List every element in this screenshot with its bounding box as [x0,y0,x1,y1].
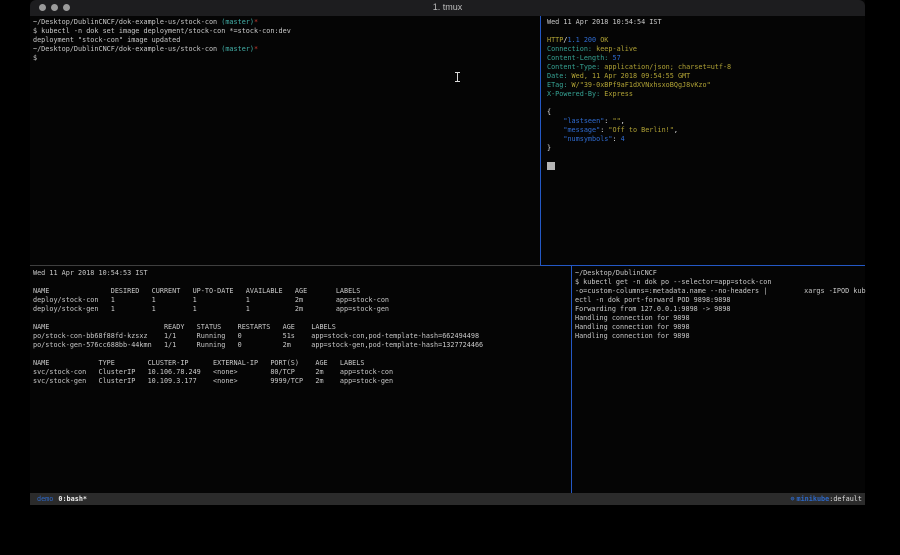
terminal-line [547,153,867,162]
tmux-session-name: demo [37,495,53,503]
pane-divider-vertical-bottom[interactable] [571,266,572,493]
window-title: 1. tmux [30,2,865,12]
terminal-line: NAME TYPE CLUSTER-IP EXTERNAL-IP PORT(S)… [33,359,572,368]
terminal-line: "lastseen": "", [547,117,867,126]
terminal-line: -o=custom-columns=:metadata.name --no-he… [575,287,866,296]
pane-bottom-right-port-forward[interactable]: ~/Desktop/DublinCNCF$ kubectl get -n dok… [573,267,866,495]
terminal-line: "message": "Off to Berlin!", [547,126,867,135]
mouse-cursor-ibeam-icon [455,72,460,82]
terminal-line: deploy/stock-con 1 1 1 1 2m app=stock-co… [33,296,572,305]
terminal-line [33,278,572,287]
window-titlebar[interactable]: 1. tmux [30,0,865,16]
terminal-window: 1. tmux ~/Desktop/DublinCNCF/dok-example… [30,0,865,505]
terminal-line: po/stock-gen-576cc688bb-44kmn 1/1 Runnin… [33,341,572,350]
terminal-line: po/stock-con-bb68f88fd-kzsxz 1/1 Running… [33,332,572,341]
terminal-line: $ kubectl -n dok set image deployment/st… [33,27,541,36]
terminal-line [547,27,867,36]
terminal-line [547,99,867,108]
kube-context-label: minikube [797,495,830,503]
terminal-line: $ kubectl get -n dok po --selector=app=s… [575,278,866,287]
terminal-line: { [547,108,867,117]
terminal-line: Content-Length: 57 [547,54,867,63]
tmux-terminal: ~/Desktop/DublinCNCF/dok-example-us/stoc… [30,16,865,505]
terminal-line: $ [33,54,541,63]
terminal-line: ectl -n dok port-forward POD 9898:9898 [575,296,866,305]
pane-top-right-http-response[interactable]: Wed 11 Apr 2018 10:54:54 IST HTTP/1.1 200… [543,16,867,267]
pane-bottom-left-kubectl-get[interactable]: Wed 11 Apr 2018 10:54:53 IST NAME DESIRED… [30,267,572,495]
pane-divider-horizontal-right[interactable] [540,265,865,266]
terminal-line: deploy/stock-gen 1 1 1 1 2m app=stock-ge… [33,305,572,314]
terminal-line [547,162,867,171]
terminal-line: Handling connection for 9898 [575,314,866,323]
terminal-line: Wed 11 Apr 2018 10:54:54 IST [547,18,867,27]
terminal-line: svc/stock-gen ClusterIP 10.109.3.177 <no… [33,377,572,386]
terminal-line: HTTP/1.1 200 OK [547,36,867,45]
terminal-line: deployment "stock-con" image updated [33,36,541,45]
pane-divider-horizontal-left[interactable] [30,265,540,266]
terminal-line: Handling connection for 9898 [575,323,866,332]
terminal-line: Forwarding from 127.0.0.1:9898 -> 9898 [575,305,866,314]
tmux-status-right: ☸minikube:default [790,493,862,505]
pane-top-left-shell[interactable]: ~/Desktop/DublinCNCF/dok-example-us/stoc… [30,16,541,267]
terminal-line: Connection: keep-alive [547,45,867,54]
terminal-line: ~/Desktop/DublinCNCF/dok-example-us/stoc… [33,18,541,27]
terminal-line: NAME READY STATUS RESTARTS AGE LABELS [33,323,572,332]
kubernetes-helm-icon: ☸ [790,495,794,503]
terminal-line: svc/stock-con ClusterIP 10.106.78.249 <n… [33,368,572,377]
terminal-line [33,350,572,359]
terminal-line: } [547,144,867,153]
terminal-line: NAME DESIRED CURRENT UP-TO-DATE AVAILABL… [33,287,572,296]
pane-divider-vertical-top[interactable] [540,16,541,266]
terminal-line: ~/Desktop/DublinCNCF [575,269,866,278]
terminal-line: Date: Wed, 11 Apr 2018 09:54:55 GMT [547,72,867,81]
terminal-line [33,314,572,323]
terminal-line: Content-Type: application/json; charset=… [547,63,867,72]
terminal-line: "numsymbols": 4 [547,135,867,144]
terminal-line: ETag: W/"39-0xBPf9aF1dXVNxhsxoBQgJ8vKzo" [547,81,867,90]
terminal-line: ~/Desktop/DublinCNCF/dok-example-us/stoc… [33,45,541,54]
tmux-window-label[interactable]: 0:bash* [58,495,87,503]
terminal-line: Handling connection for 9898 [575,332,866,341]
kube-namespace-label: :default [829,495,862,503]
terminal-line: X-Powered-By: Express [547,90,867,99]
tmux-status-left: demo 0:bash* [37,493,87,505]
terminal-line: Wed 11 Apr 2018 10:54:53 IST [33,269,572,278]
tmux-status-bar: demo 0:bash* ☸minikube:default [30,493,865,505]
